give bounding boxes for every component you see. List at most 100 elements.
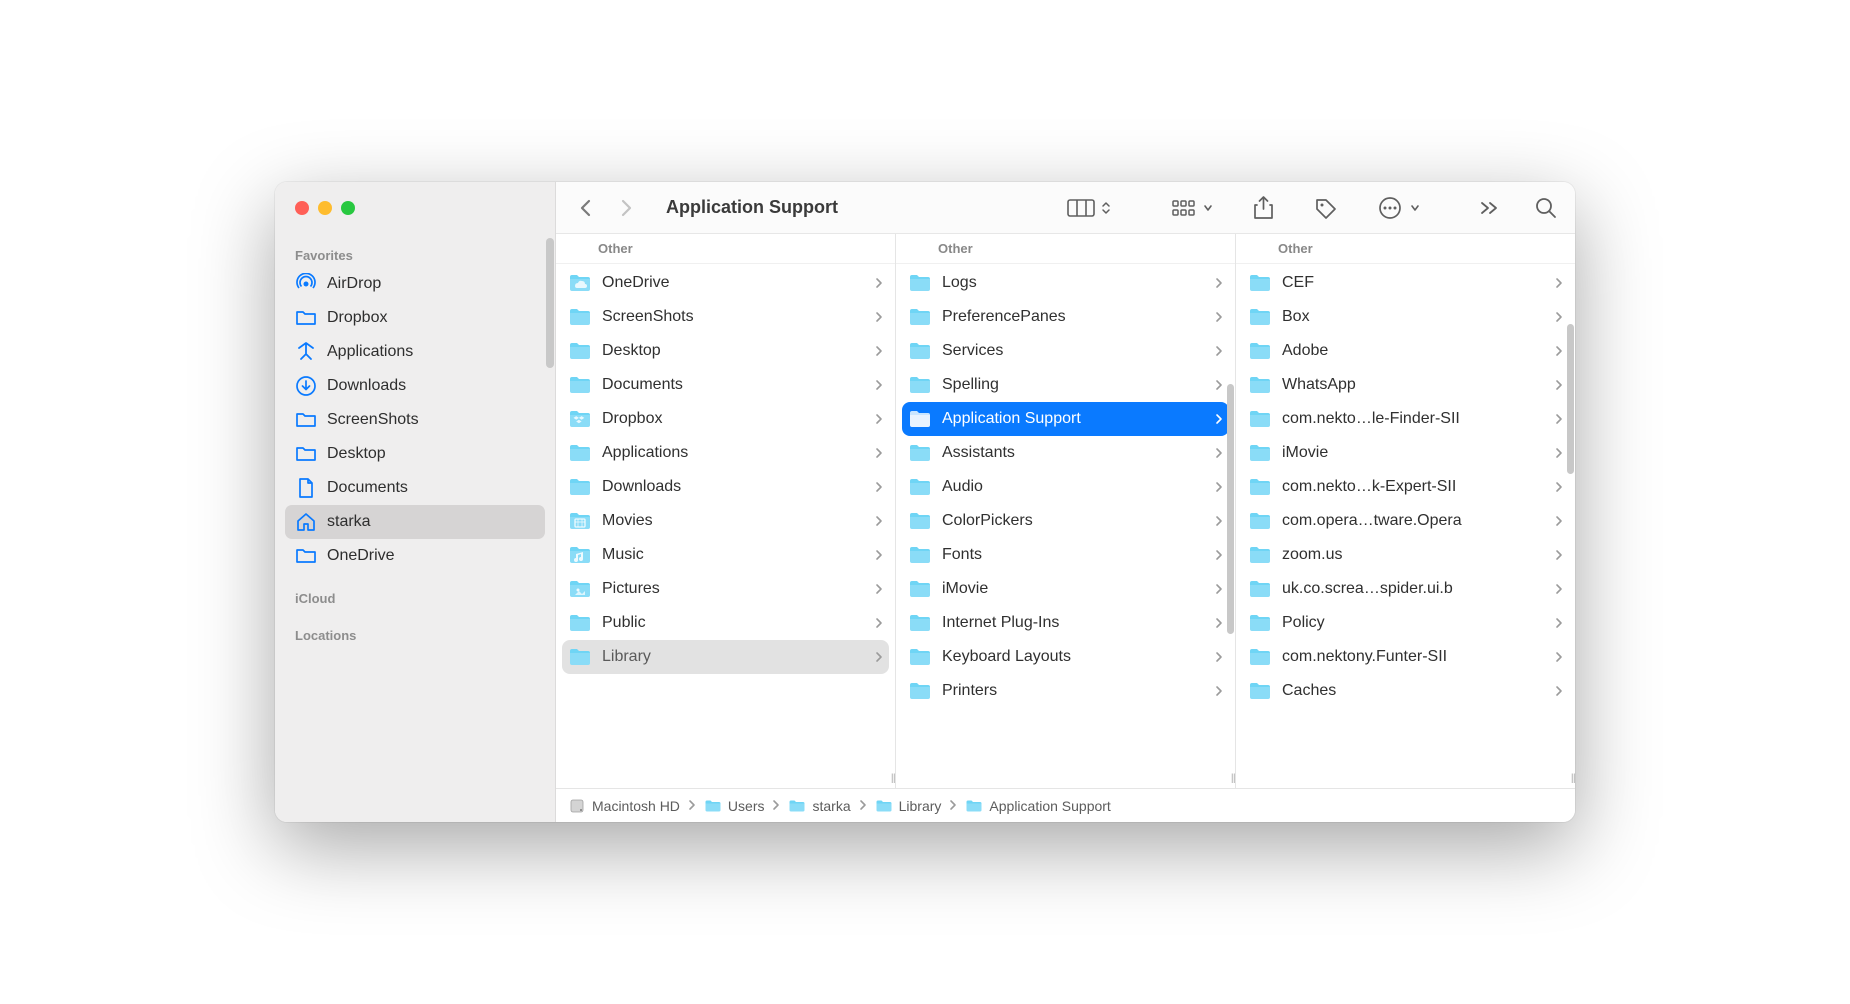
folder-row[interactable]: Downloads — [562, 470, 889, 504]
share-button[interactable] — [1253, 196, 1274, 220]
column-resize-handle[interactable]: ‖ — [1221, 770, 1235, 788]
folder-row[interactable]: com.nekto…k-Expert-SII — [1242, 470, 1569, 504]
sidebar-scrollbar[interactable] — [546, 238, 554, 368]
folder-row[interactable]: Services — [902, 334, 1229, 368]
folder-icon — [1248, 307, 1272, 327]
window-maximize[interactable] — [341, 201, 355, 215]
folder-row[interactable]: Application Support — [902, 402, 1229, 436]
row-label: CEF — [1282, 274, 1545, 292]
row-label: Adobe — [1282, 342, 1545, 360]
disk-icon — [568, 799, 586, 813]
chevron-right-icon — [1215, 277, 1223, 289]
folder-row[interactable]: iMovie — [1242, 436, 1569, 470]
folder-row[interactable]: Movies — [562, 504, 889, 538]
toolbar: Application Support — [556, 182, 1575, 234]
folder-row[interactable]: Audio — [902, 470, 1229, 504]
chevron-right-icon — [949, 798, 957, 814]
search-button[interactable] — [1535, 197, 1557, 219]
folder-row[interactable]: com.opera…tware.Opera — [1242, 504, 1569, 538]
folder-row[interactable]: Assistants — [902, 436, 1229, 470]
folder-icon — [568, 477, 592, 497]
folder-row[interactable]: zoom.us — [1242, 538, 1569, 572]
folder-row[interactable]: Dropbox — [562, 402, 889, 436]
folder-row[interactable]: iMovie — [902, 572, 1229, 606]
column: Other CEF Box Adobe WhatsApp — [1236, 234, 1575, 788]
sidebar: Favorites AirDrop Dropbox Applications D… — [275, 234, 556, 822]
column-scrollbar[interactable] — [1227, 384, 1234, 634]
sidebar-item-label: Downloads — [327, 377, 406, 395]
sidebar-item[interactable]: AirDrop — [285, 267, 545, 301]
folder-row[interactable]: ColorPickers — [902, 504, 1229, 538]
column-scrollbar[interactable] — [1567, 324, 1574, 474]
folder-row[interactable]: Keyboard Layouts — [902, 640, 1229, 674]
folder-row[interactable]: CEF — [1242, 266, 1569, 300]
folder-row[interactable]: Caches — [1242, 674, 1569, 708]
chevron-right-icon — [1555, 447, 1563, 459]
sidebar-item[interactable]: Applications — [285, 335, 545, 369]
column-resize-handle[interactable]: ‖ — [1561, 770, 1575, 788]
folder-row[interactable]: Library — [562, 640, 889, 674]
folder-row[interactable]: Desktop — [562, 334, 889, 368]
folder-row[interactable]: Policy — [1242, 606, 1569, 640]
path-segment[interactable]: Users — [704, 798, 765, 814]
folder-row[interactable]: Applications — [562, 436, 889, 470]
folder-line-icon — [295, 307, 317, 329]
window-minimize[interactable] — [318, 201, 332, 215]
chevron-right-icon — [1555, 549, 1563, 561]
view-columns[interactable] — [1067, 198, 1111, 218]
folder-row[interactable]: Logs — [902, 266, 1229, 300]
sidebar-item[interactable]: starka — [285, 505, 545, 539]
folder-row[interactable]: uk.co.screa…spider.ui.b — [1242, 572, 1569, 606]
folder-row[interactable]: Adobe — [1242, 334, 1569, 368]
folder-row[interactable]: PreferencePanes — [902, 300, 1229, 334]
sidebar-item-label: Documents — [327, 479, 408, 497]
group-menu[interactable] — [1171, 198, 1213, 218]
sidebar-item[interactable]: Documents — [285, 471, 545, 505]
path-segment[interactable]: Application Support — [965, 798, 1110, 814]
folder-row[interactable]: Public — [562, 606, 889, 640]
folder-row[interactable]: Music — [562, 538, 889, 572]
folder-row[interactable]: Box — [1242, 300, 1569, 334]
sidebar-item[interactable]: ScreenShots — [285, 403, 545, 437]
sidebar-item[interactable]: Dropbox — [285, 301, 545, 335]
row-label: Library — [602, 648, 865, 666]
row-label: com.nektony.Funter-SII — [1282, 648, 1545, 666]
folder-row[interactable]: Documents — [562, 368, 889, 402]
folder-row[interactable]: Spelling — [902, 368, 1229, 402]
folder-icon — [568, 307, 592, 327]
tags-button[interactable] — [1314, 197, 1338, 219]
folder-row[interactable]: WhatsApp — [1242, 368, 1569, 402]
sidebar-item[interactable]: Downloads — [285, 369, 545, 403]
path-segment[interactable]: Macintosh HD — [568, 798, 680, 814]
chevron-right-icon — [1215, 447, 1223, 459]
window-close[interactable] — [295, 201, 309, 215]
row-label: Box — [1282, 308, 1545, 326]
folder-row[interactable]: OneDrive — [562, 266, 889, 300]
folder-icon — [1248, 681, 1272, 701]
column-browser: Other OneDrive ScreenShots Desktop — [556, 234, 1575, 788]
folder-icon — [1248, 511, 1272, 531]
chevron-right-icon — [772, 798, 780, 814]
folder-row[interactable]: com.nektony.Funter-SII — [1242, 640, 1569, 674]
chevron-right-icon — [1555, 651, 1563, 663]
row-label: Downloads — [602, 478, 865, 496]
folder-row[interactable]: com.nekto…le-Finder-SII — [1242, 402, 1569, 436]
nav-forward[interactable] — [618, 199, 636, 217]
folder-row[interactable]: Pictures — [562, 572, 889, 606]
folder-row[interactable]: ScreenShots — [562, 300, 889, 334]
chevron-right-icon — [875, 447, 883, 459]
row-label: Printers — [942, 682, 1205, 700]
path-segment[interactable]: starka — [788, 798, 850, 814]
folder-row[interactable]: Printers — [902, 674, 1229, 708]
actions-menu[interactable] — [1378, 196, 1420, 220]
overflow-button[interactable] — [1480, 201, 1500, 215]
column-resize-handle[interactable]: ‖ — [881, 770, 895, 788]
row-label: Spelling — [942, 376, 1205, 394]
nav-back[interactable] — [576, 199, 594, 217]
sidebar-item[interactable]: Desktop — [285, 437, 545, 471]
path-segment[interactable]: Library — [875, 798, 942, 814]
chevron-right-icon — [875, 549, 883, 561]
folder-row[interactable]: Fonts — [902, 538, 1229, 572]
folder-row[interactable]: Internet Plug-Ins — [902, 606, 1229, 640]
sidebar-item[interactable]: OneDrive — [285, 539, 545, 573]
